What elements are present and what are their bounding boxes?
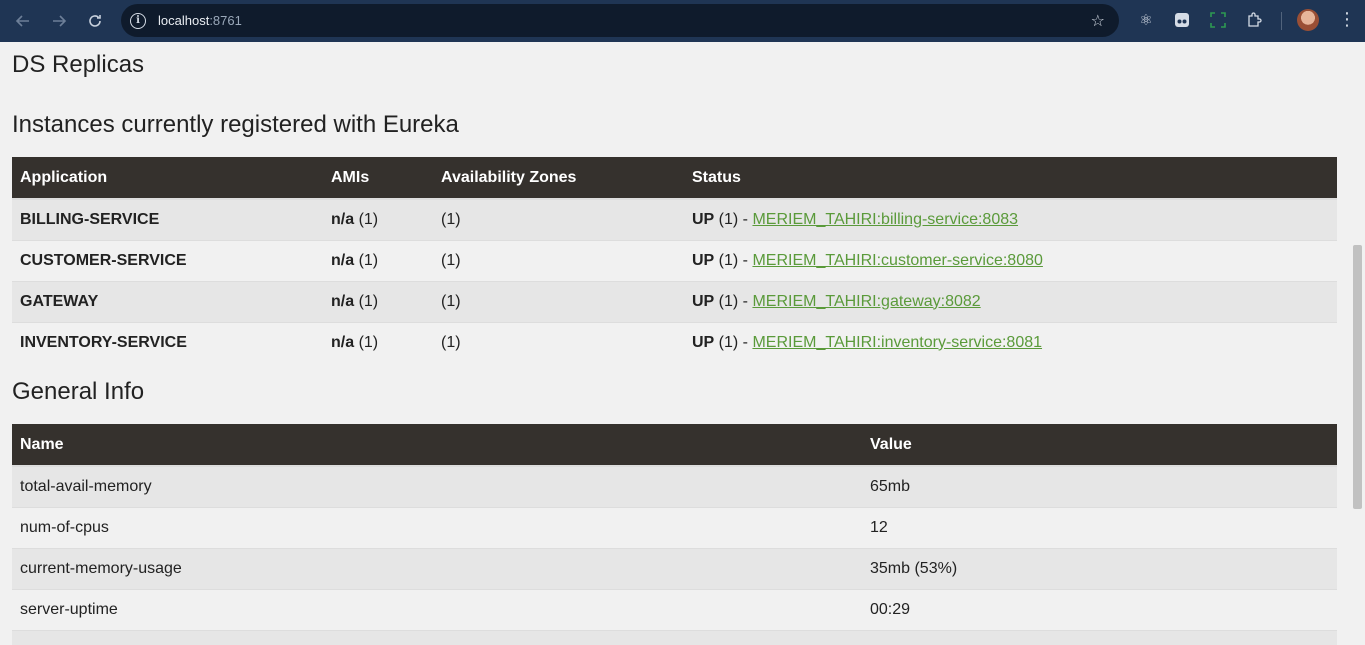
page-scrollbar[interactable] — [1350, 42, 1365, 645]
url-text: localhost:8761 — [158, 13, 242, 28]
extension-glasses-icon[interactable] — [1171, 8, 1193, 32]
ami-value: n/a — [331, 333, 355, 351]
zones-cell: (1) — [433, 321, 684, 363]
table-row: total-avail-memory 65mb — [12, 465, 1337, 507]
table-row: num-of-cpus 12 — [12, 506, 1337, 548]
zones-cell: (1) — [433, 280, 684, 322]
ami-count: (1) — [354, 333, 379, 351]
instances-header-row: Application AMIs Availability Zones Stat… — [12, 157, 1337, 200]
ami-value: n/a — [331, 251, 355, 269]
col-availability-zones: Availability Zones — [433, 157, 684, 200]
instance-link[interactable]: MERIEM_TAHIRI:customer-service:8080 — [752, 252, 1042, 269]
status-cell: UP (1) - MERIEM_TAHIRI:inventory-service… — [684, 321, 1337, 363]
status-cell: UP (1) - MERIEM_TAHIRI:gateway:8082 — [684, 280, 1337, 322]
info-value — [862, 629, 1337, 645]
info-value: 35mb (53%) — [862, 547, 1337, 589]
table-row: CUSTOMER-SERVICE n/a (1) (1) UP (1) - MERIE… — [12, 239, 1337, 281]
application-name: INVENTORY-SERVICE — [12, 321, 323, 363]
info-name: num-of-cpus — [12, 506, 862, 548]
col-status: Status — [684, 157, 1337, 200]
info-value: 65mb — [862, 465, 1337, 507]
general-header-row: Name Value — [12, 424, 1337, 467]
zones-cell: (1) — [433, 239, 684, 281]
application-name: BILLING-SERVICE — [12, 198, 323, 240]
scrollbar-thumb[interactable] — [1353, 245, 1362, 509]
react-devtools-icon[interactable]: ⚛ — [1135, 8, 1157, 32]
more-menu-icon[interactable]: ⋮ — [1338, 8, 1356, 32]
instance-link[interactable]: MERIEM_TAHIRI:inventory-service:8081 — [752, 334, 1042, 351]
forward-arrow-icon[interactable] — [42, 4, 76, 38]
extensions-puzzle-icon[interactable] — [1243, 8, 1265, 32]
info-value: 00:29 — [862, 588, 1337, 630]
instance-link[interactable]: MERIEM_TAHIRI:gateway:8082 — [752, 293, 980, 310]
table-row: current-memory-usage 35mb (53%) — [12, 547, 1337, 589]
address-bar[interactable]: i localhost:8761 ☆ — [121, 4, 1119, 37]
table-row: INVENTORY-SERVICE n/a (1) (1) UP (1) - MERI… — [12, 321, 1337, 363]
status-value: UP — [692, 292, 715, 310]
info-name: current-memory-usage — [12, 547, 862, 589]
status-cell: UP (1) - MERIEM_TAHIRI:billing-service:8… — [684, 198, 1337, 240]
table-row — [12, 629, 1337, 645]
status-value: UP — [692, 210, 715, 228]
col-amis: AMIs — [323, 157, 433, 200]
toolbar-divider — [1281, 12, 1282, 30]
ami-value: n/a — [331, 292, 355, 310]
col-name: Name — [12, 424, 862, 467]
instances-heading: Instances currently registered with Eure… — [12, 111, 459, 138]
instance-link[interactable]: MERIEM_TAHIRI:billing-service:8083 — [752, 211, 1018, 228]
table-row: server-uptime 00:29 — [12, 588, 1337, 630]
ami-cell: n/a (1) — [323, 321, 433, 363]
status-value: UP — [692, 251, 715, 269]
col-application: Application — [12, 157, 323, 200]
ami-count: (1) — [354, 292, 379, 310]
site-info-icon[interactable]: i — [130, 12, 146, 29]
zones-cell: (1) — [433, 198, 684, 240]
back-arrow-icon[interactable] — [6, 4, 40, 38]
col-value: Value — [862, 424, 1337, 467]
application-name: GATEWAY — [12, 280, 323, 322]
reload-icon[interactable] — [78, 4, 112, 38]
ami-cell: n/a (1) — [323, 280, 433, 322]
profile-avatar[interactable] — [1297, 9, 1319, 31]
info-name — [12, 629, 862, 645]
bookmark-star-icon[interactable]: ☆ — [1091, 11, 1105, 30]
ami-cell: n/a (1) — [323, 239, 433, 281]
general-info-table: Name Value total-avail-memory 65mb num-of-… — [12, 424, 1337, 645]
table-row: GATEWAY n/a (1) (1) UP (1) - MERIEM_TAHIRI:… — [12, 280, 1337, 322]
table-row: BILLING-SERVICE n/a (1) (1) UP (1) - MERIEM… — [12, 198, 1337, 240]
ami-count: (1) — [354, 251, 379, 269]
status-count: (1) - — [714, 210, 753, 228]
ds-replicas-heading: DS Replicas — [12, 51, 145, 78]
status-cell: UP (1) - MERIEM_TAHIRI:customer-service:… — [684, 239, 1337, 281]
status-count: (1) - — [714, 251, 753, 269]
ami-count: (1) — [354, 210, 379, 228]
eureka-dashboard: DS Replicas Instances currently register… — [0, 42, 1350, 645]
instances-table: Application AMIs Availability Zones Stat… — [12, 157, 1337, 363]
ami-cell: n/a (1) — [323, 198, 433, 240]
status-value: UP — [692, 333, 715, 351]
status-count: (1) - — [714, 292, 753, 310]
application-name: CUSTOMER-SERVICE — [12, 239, 323, 281]
browser-toolbar: i localhost:8761 ☆ ⚛ ⋮ — [0, 0, 1365, 42]
screenshot-extension-icon[interactable] — [1207, 8, 1229, 32]
general-info-heading: General Info — [12, 378, 145, 405]
status-count: (1) - — [714, 333, 753, 351]
info-value: 12 — [862, 506, 1337, 548]
ami-value: n/a — [331, 210, 355, 228]
info-name: total-avail-memory — [12, 465, 862, 507]
info-name: server-uptime — [12, 588, 862, 630]
